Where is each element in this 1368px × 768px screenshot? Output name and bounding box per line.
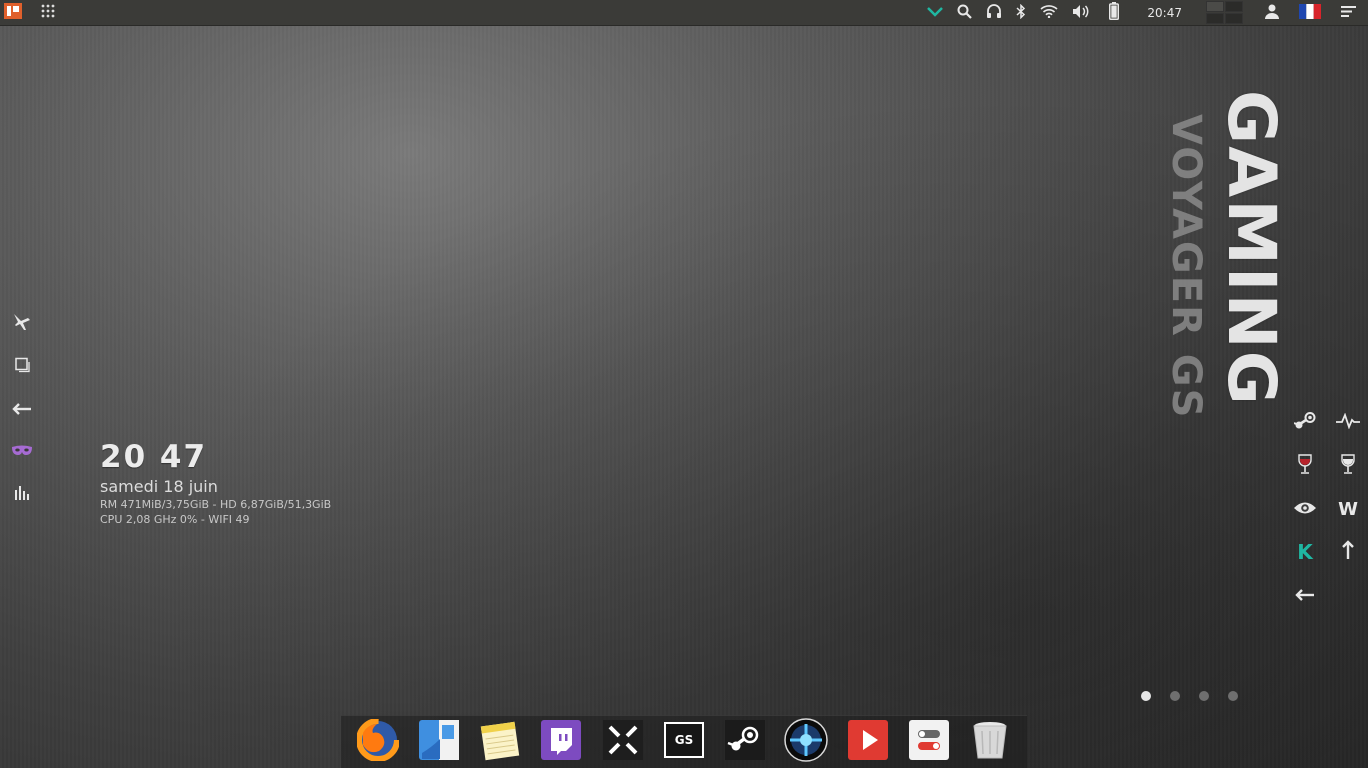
page-dot-1[interactable]	[1141, 691, 1151, 701]
wifi-button[interactable]	[1033, 0, 1065, 25]
dock-finder[interactable]	[417, 720, 461, 764]
upload-button[interactable]	[1333, 537, 1363, 567]
bluetooth-button[interactable]	[1009, 0, 1033, 25]
notifications-button[interactable]	[920, 0, 950, 25]
toggle-icon	[908, 719, 950, 765]
dock-settings-toggle[interactable]	[907, 720, 951, 764]
dock-steam[interactable]	[723, 720, 767, 764]
k-letter: K	[1297, 540, 1313, 564]
w-launcher-button[interactable]: W	[1333, 494, 1363, 524]
firefox-icon	[355, 718, 400, 765]
headphones-icon	[986, 3, 1002, 22]
windows-button[interactable]	[10, 355, 34, 379]
wine-launcher-button[interactable]	[1290, 451, 1320, 481]
dock-firefox[interactable]	[355, 718, 400, 765]
page-dot-3[interactable]	[1199, 691, 1209, 701]
steam-icon	[1293, 411, 1316, 435]
eye-icon	[1293, 499, 1317, 520]
workspace-1[interactable]	[1206, 1, 1224, 12]
dock-trash[interactable]	[968, 720, 1012, 764]
brand-subtitle: VOYAGER GS	[1163, 114, 1209, 420]
keyboard-layout-button[interactable]	[1291, 0, 1329, 25]
finder-icon	[418, 719, 460, 765]
globe-launcher-icon	[784, 718, 829, 766]
app-menu-button[interactable]	[0, 0, 25, 25]
privacy-button[interactable]	[10, 440, 34, 464]
bottom-dock: GS	[341, 715, 1027, 768]
page-dot-2[interactable]	[1170, 691, 1180, 701]
bluetooth-icon	[1016, 3, 1026, 22]
top-panel: 20:47	[0, 0, 1368, 26]
steam-launcher-button[interactable]	[1290, 408, 1320, 438]
battery-icon	[1109, 2, 1120, 23]
dock-launcher[interactable]	[784, 718, 829, 766]
workspace-switcher[interactable]	[1206, 1, 1243, 24]
wine-glass-icon	[1341, 453, 1355, 479]
left-dock	[10, 312, 34, 525]
apps-grid-button[interactable]	[35, 0, 60, 25]
system-monitor-widget: 20 47 samedi 18 juin RM 471MiB/3,75GiB -…	[100, 440, 331, 527]
wifi-icon	[1040, 4, 1058, 21]
battery-button[interactable]	[1099, 0, 1133, 25]
stats-button[interactable]	[10, 482, 34, 506]
window-icon	[14, 357, 30, 377]
apps-grid-icon	[41, 4, 55, 21]
pulse-icon	[1336, 411, 1360, 434]
app-menu-icon	[3, 3, 22, 22]
widget-time: 20 47	[100, 439, 208, 475]
workspace-3[interactable]	[1206, 13, 1224, 24]
dock-notes[interactable]	[478, 720, 522, 764]
volume-icon	[1072, 4, 1092, 22]
brand-title: GAMING	[1213, 90, 1290, 407]
search-button[interactable]	[950, 0, 979, 25]
dock-xbox-pad[interactable]	[601, 720, 645, 764]
dock-video-player[interactable]	[846, 720, 890, 764]
bar-chart-icon	[14, 484, 30, 504]
chevron-down-icon	[927, 6, 944, 20]
k-launcher-button[interactable]: K	[1290, 537, 1320, 567]
flag-fr-icon	[1299, 3, 1321, 22]
w-letter: W	[1338, 498, 1358, 520]
back-launcher-button[interactable]	[1290, 580, 1320, 610]
page-dot-4[interactable]	[1228, 691, 1238, 701]
dock-gamestats[interactable]: GS	[662, 720, 706, 764]
workspace-4[interactable]	[1225, 13, 1243, 24]
volume-button[interactable]	[1065, 0, 1099, 25]
dock-twitch[interactable]	[539, 720, 583, 764]
mask-icon	[11, 442, 33, 461]
search-icon	[957, 4, 973, 22]
system-monitor-button[interactable]	[1333, 408, 1363, 438]
arrow-left-icon	[1295, 585, 1315, 606]
play-icon	[847, 719, 889, 765]
notes-icon	[479, 719, 521, 765]
right-launcher-grid: W K	[1290, 408, 1363, 610]
gs-icon: GS	[663, 719, 705, 765]
page-indicator	[1141, 691, 1238, 701]
wine-icon	[1298, 453, 1312, 479]
viewer-button[interactable]	[1290, 494, 1320, 524]
widget-date: samedi 18 juin	[100, 477, 218, 496]
airplane-mode-button[interactable]	[10, 312, 34, 336]
widget-memory-line: RM 471MiB/3,75GiB - HD 6,87GiB/51,3GiB	[100, 498, 332, 511]
panel-clock[interactable]: 20:47	[1133, 0, 1196, 25]
arrow-left-icon	[12, 400, 32, 419]
audio-output-button[interactable]	[979, 0, 1009, 25]
widget-cpu-line: CPU 2,08 GHz 0% - WIFI 49	[100, 513, 250, 526]
steam-icon	[724, 719, 766, 765]
user-menu-button[interactable]	[1253, 0, 1291, 25]
workspace-2[interactable]	[1225, 1, 1243, 12]
twitch-icon	[540, 719, 582, 765]
svg-text:GS: GS	[675, 733, 694, 747]
playonlinux-button[interactable]	[1333, 451, 1363, 481]
back-button[interactable]	[10, 397, 34, 421]
trash-icon	[969, 719, 1011, 765]
user-icon	[1265, 4, 1279, 22]
arrow-up-icon	[1342, 539, 1354, 565]
panel-menu-icon	[1341, 5, 1356, 20]
panel-menu-button[interactable]	[1329, 0, 1368, 25]
airplane-icon	[12, 312, 32, 336]
x-cross-icon	[602, 719, 644, 765]
